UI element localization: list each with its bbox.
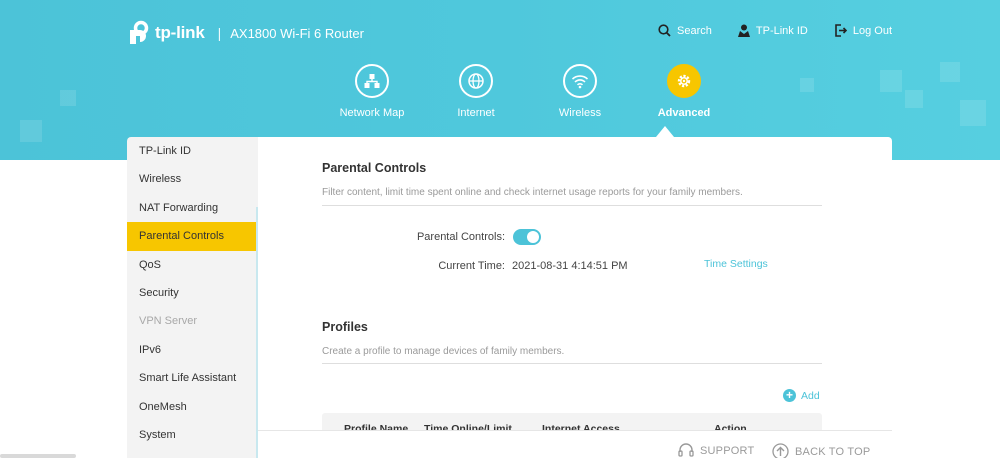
header-banner: tp-link | AX1800 Wi-Fi 6 Router Search T…: [0, 0, 1000, 160]
top-links: Search TP-Link ID Log Out: [632, 24, 892, 37]
sidebar-item-smart-life-assistant[interactable]: Smart Life Assistant: [127, 364, 258, 392]
plus-icon: +: [783, 389, 796, 402]
profiles-title: Profiles: [322, 320, 368, 334]
parental-toggle-label: Parental Controls:: [416, 231, 505, 243]
parental-controls-description: Filter content, limit time spent online …: [322, 187, 743, 198]
router-model: AX1800 Wi-Fi 6 Router: [230, 25, 364, 41]
support-link[interactable]: SUPPORT: [678, 443, 754, 458]
sidebar-item-ipv6[interactable]: IPv6: [127, 336, 258, 364]
sidebar-item-qos[interactable]: QoS: [127, 251, 258, 279]
back-to-top-link[interactable]: BACK TO TOP: [772, 443, 870, 458]
sidebar-item-onemesh[interactable]: OneMesh: [127, 393, 258, 421]
active-tab-pointer: [656, 126, 674, 137]
logout-label: Log Out: [852, 24, 892, 37]
sidebar-item-wireless[interactable]: Wireless: [127, 165, 258, 193]
gear-icon: [677, 74, 691, 88]
footer-bar: SUPPORT BACK TO TOP: [258, 430, 892, 458]
network-map-icon: [364, 74, 380, 88]
sidebar-item-tplink-id[interactable]: TP-Link ID: [127, 137, 258, 165]
parental-controls-toggle[interactable]: [513, 229, 541, 245]
section-divider: [322, 205, 822, 206]
parental-controls-title: Parental Controls: [322, 161, 427, 175]
support-label: SUPPORT: [700, 444, 755, 457]
sidebar-item-nat-forwarding[interactable]: NAT Forwarding: [127, 194, 258, 222]
tplink-logo-icon: [126, 20, 152, 46]
tplink-id-label: TP-Link ID: [755, 24, 808, 37]
tab-network-map-label: Network Map: [339, 107, 405, 119]
tplink-id-link[interactable]: TP-Link ID: [737, 24, 808, 37]
brand-separator: |: [217, 25, 222, 41]
toggle-knob: [527, 231, 539, 243]
user-icon: [737, 24, 750, 37]
tab-advanced[interactable]: Advanced: [632, 64, 736, 119]
sidebar-item-system[interactable]: System: [127, 421, 258, 449]
brand-name: tp-link: [155, 23, 205, 42]
arrow-up-icon: [772, 443, 789, 458]
tab-wireless[interactable]: Wireless: [528, 64, 632, 119]
main-content: Parental Controls Filter content, limit …: [258, 137, 892, 458]
search-icon: [658, 24, 671, 37]
sidebar-item-security[interactable]: Security: [127, 279, 258, 307]
add-profile-button[interactable]: + Add: [783, 389, 820, 402]
globe-icon: [468, 73, 484, 89]
tab-advanced-label: Advanced: [657, 107, 711, 119]
tab-internet[interactable]: Internet: [424, 64, 528, 119]
search-link[interactable]: Search: [658, 24, 712, 37]
headset-icon: [678, 443, 694, 457]
back-to-top-label: BACK TO TOP: [795, 445, 871, 458]
tab-wireless-label: Wireless: [558, 107, 602, 119]
profiles-description: Create a profile to manage devices of fa…: [322, 346, 565, 357]
tab-network-map[interactable]: Network Map: [320, 64, 424, 119]
add-label: Add: [801, 389, 820, 402]
time-settings-link[interactable]: Time Settings: [704, 258, 768, 270]
wifi-icon: [571, 75, 589, 89]
horizontal-scrollbar[interactable]: [0, 454, 76, 458]
tab-internet-label: Internet: [457, 107, 495, 119]
brand-logo[interactable]: tp-link | AX1800 Wi-Fi 6 Router: [126, 20, 364, 46]
current-time-value: 2021-08-31 4:14:51 PM: [512, 260, 628, 272]
sidebar-item-vpn-server[interactable]: VPN Server: [127, 307, 258, 335]
search-label: Search: [677, 24, 712, 37]
sidebar: TP-Link ID Wireless NAT Forwarding Paren…: [127, 137, 258, 458]
main-nav: Network Map Internet Wireless Advanced: [320, 64, 736, 119]
current-time-label: Current Time:: [438, 260, 505, 272]
profiles-divider: [322, 363, 822, 364]
logout-link[interactable]: Log Out: [834, 24, 892, 37]
sidebar-item-parental-controls[interactable]: Parental Controls: [127, 222, 258, 251]
logout-icon: [835, 24, 847, 37]
